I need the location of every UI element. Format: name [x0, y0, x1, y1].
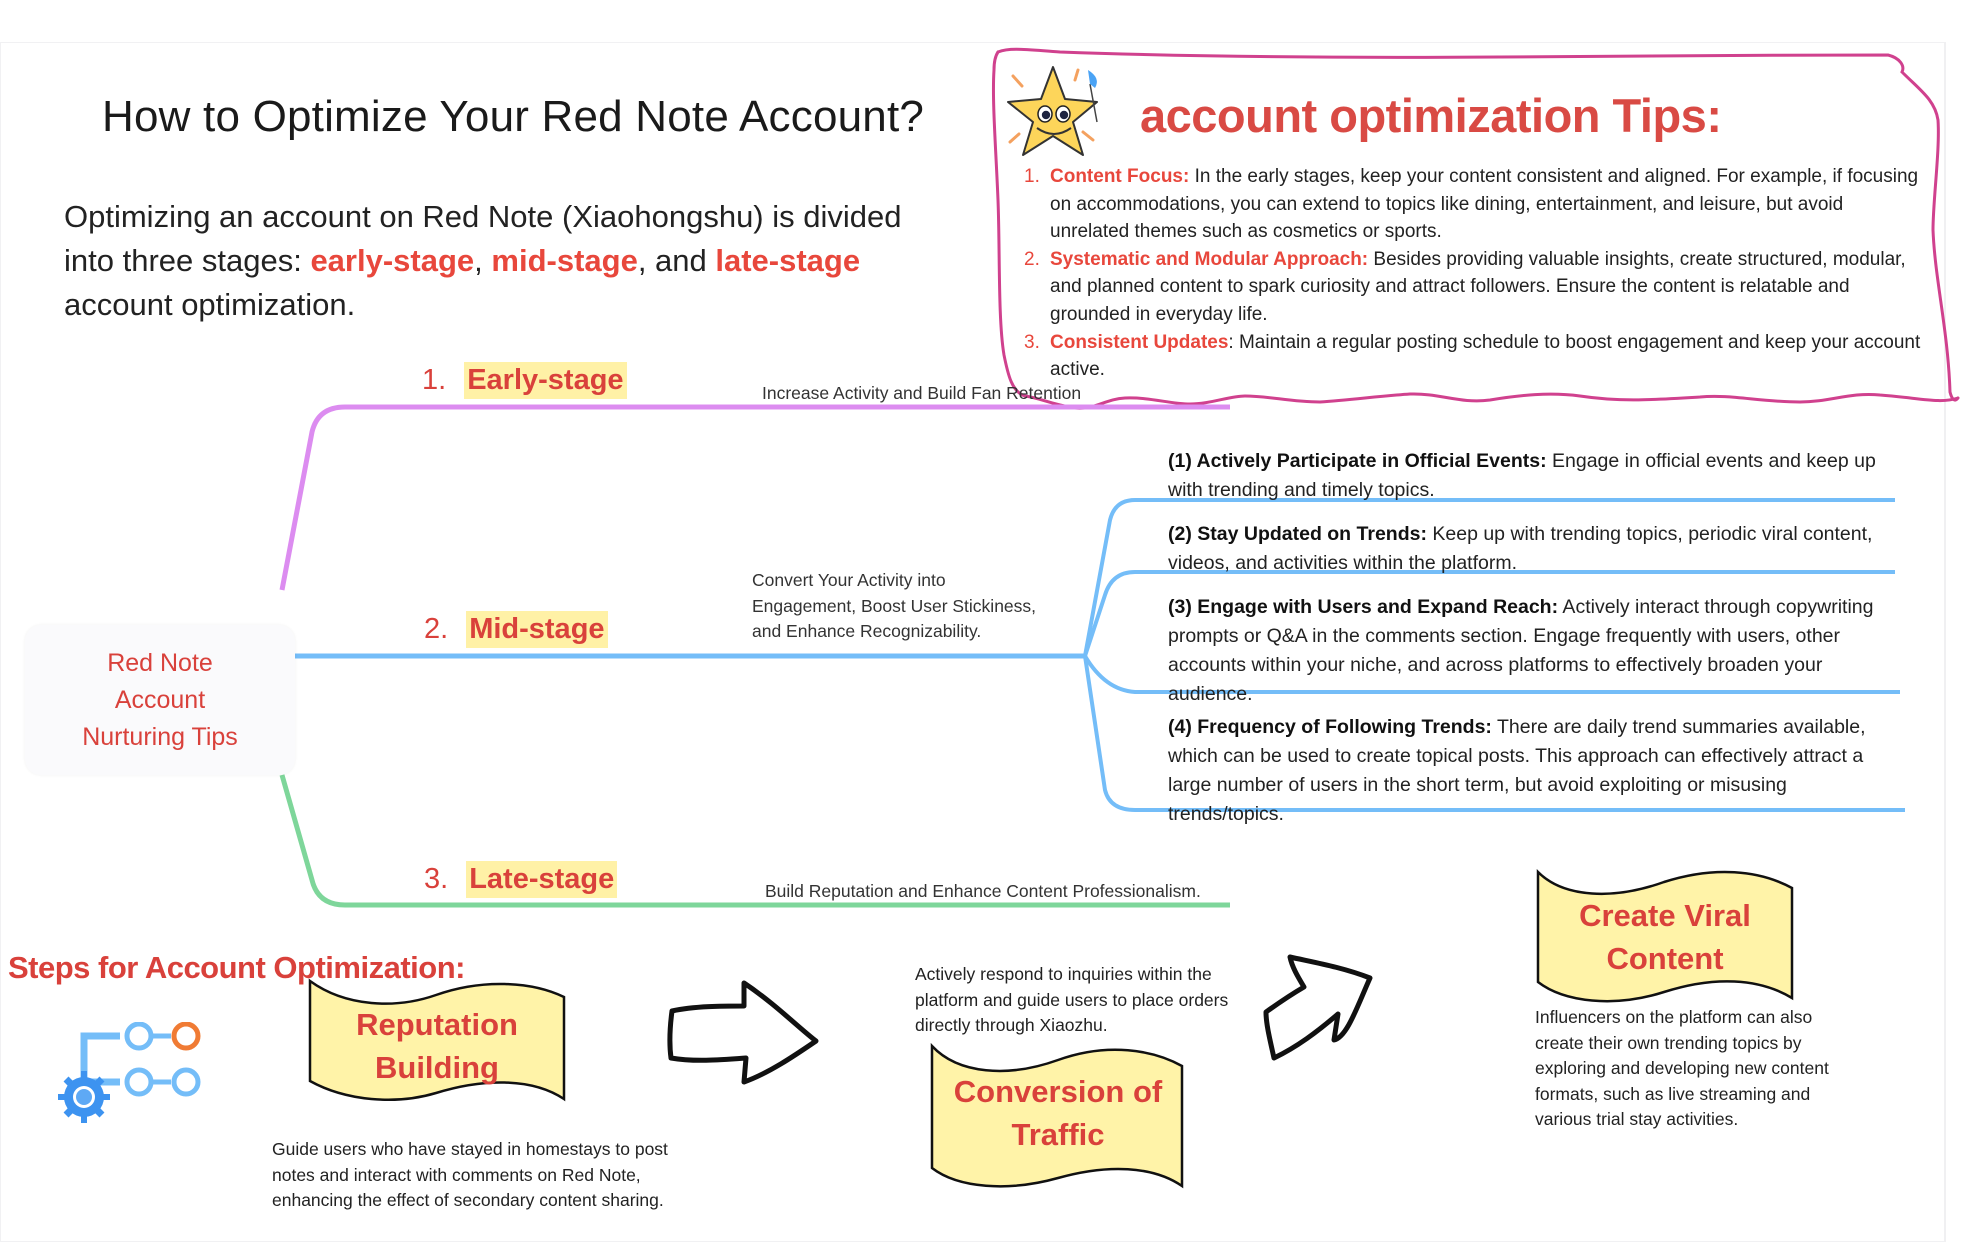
stage-title: Late-stage	[466, 861, 618, 898]
sub-item-label: (3) Engage with Users and Expand Reach:	[1168, 596, 1559, 618]
stage-number: 2.	[424, 613, 449, 645]
stage-late[interactable]: 3. Late-stage	[424, 861, 618, 898]
step-title: Reputation Building	[356, 1007, 518, 1085]
root-node-label: Red Note Account Nurturing Tips	[82, 648, 238, 751]
sub-item-label: (1) Actively Participate in Official Eve…	[1168, 450, 1547, 472]
step-description: Influencers on the platform can also cre…	[1535, 1007, 1829, 1129]
stage-number: 1.	[422, 364, 447, 396]
right-arrow-icon	[667, 980, 819, 1085]
step-create-viral-content[interactable]: Create Viral Content	[1534, 866, 1796, 1004]
mid-sub-item[interactable]: (4) Frequency of Following Trends: There…	[1168, 713, 1898, 829]
step-title: Create Viral Content	[1579, 898, 1751, 976]
late-stage-note: Build Reputation and Enhance Content Pro…	[765, 881, 1201, 901]
early-stage-note: Increase Activity and Build Fan Retentio…	[762, 383, 1082, 403]
step-description: Actively respond to inquiries within the…	[915, 964, 1229, 1035]
stage-number: 3.	[424, 863, 449, 895]
mid-sub-item[interactable]: (2) Stay Updated on Trends: Keep up with…	[1168, 520, 1898, 578]
stage-mid[interactable]: 2. Mid-stage	[424, 611, 608, 648]
mid-stage-note: Convert Your Activity into Engagement, B…	[752, 570, 1037, 641]
root-node[interactable]: Red Note Account Nurturing Tips	[25, 625, 295, 775]
step-conversion-of-traffic[interactable]: Conversion of Traffic	[928, 1040, 1188, 1190]
sub-item-label: (2) Stay Updated on Trends:	[1168, 523, 1427, 545]
stage-early[interactable]: 1. Early-stage	[422, 362, 627, 399]
step-description: Guide users who have stayed in homestays…	[272, 1139, 668, 1210]
stage-title: Early-stage	[464, 362, 627, 399]
stage-title: Mid-stage	[466, 611, 608, 648]
mid-sub-item[interactable]: (1) Actively Participate in Official Eve…	[1168, 447, 1898, 505]
step-title: Conversion of Traffic	[953, 1074, 1163, 1152]
early-branch-line	[279, 404, 1230, 591]
diagonal-arrow-icon	[1263, 954, 1373, 1061]
sub-item-label: (4) Frequency of Following Trends:	[1168, 716, 1492, 738]
mid-sub-item[interactable]: (3) Engage with Users and Expand Reach: …	[1168, 593, 1898, 709]
step-reputation-building[interactable]: Reputation Building	[306, 975, 568, 1105]
workflow-gear-icon	[58, 1022, 201, 1123]
